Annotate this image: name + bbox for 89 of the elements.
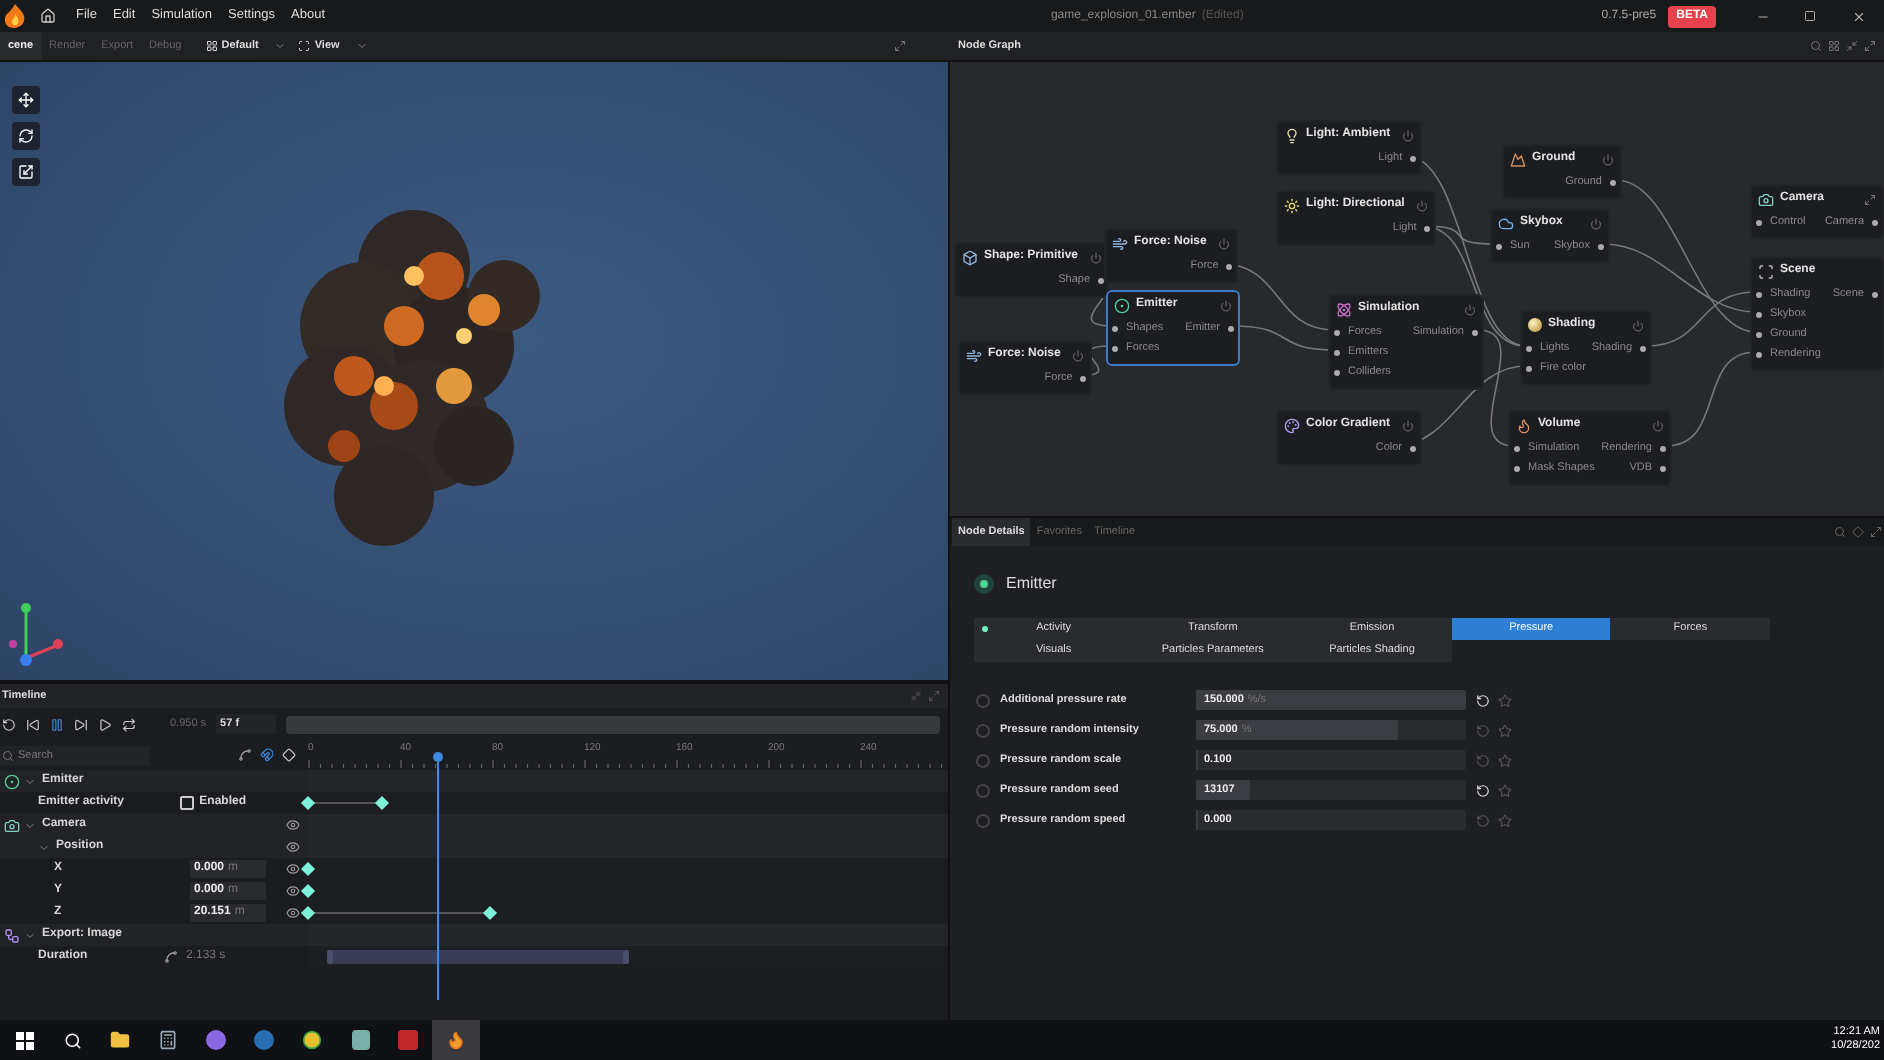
- curve-icon[interactable]: [164, 950, 178, 964]
- round-app-icon: [206, 1030, 226, 1050]
- power-icon[interactable]: [1402, 129, 1415, 141]
- scale-tool-button[interactable]: [12, 158, 40, 186]
- palette-icon: [1284, 417, 1300, 433]
- flame-icon: [1516, 417, 1532, 433]
- atom-icon: [1336, 301, 1352, 317]
- radio-button[interactable]: [976, 753, 990, 767]
- eye-icon[interactable]: [286, 884, 300, 898]
- eye-icon[interactable]: [286, 818, 300, 832]
- star-icon[interactable]: [1498, 783, 1512, 797]
- grid-icon[interactable]: [1828, 40, 1840, 52]
- cube-icon: [962, 249, 978, 265]
- eye-icon[interactable]: [286, 906, 300, 920]
- power-icon[interactable]: [1220, 299, 1232, 311]
- power-icon[interactable]: [1464, 303, 1476, 315]
- ground-icon: [1510, 151, 1526, 167]
- close-icon: [1851, 9, 1865, 23]
- maximize-icon: [1804, 10, 1816, 22]
- square-app-icon: [351, 1030, 369, 1050]
- pause-icon[interactable]: [50, 717, 64, 731]
- search-icon[interactable]: [1834, 526, 1846, 538]
- restart-icon[interactable]: [2, 717, 16, 731]
- windows-logo-icon: [15, 1031, 33, 1049]
- caret-icon: [355, 40, 368, 52]
- grid-icon: [205, 40, 218, 52]
- range-handle[interactable]: [327, 950, 334, 964]
- rotate-icon: [18, 128, 34, 144]
- calculator-icon: [158, 1030, 178, 1050]
- node-title: Emitter: [1006, 572, 1057, 596]
- radio-button[interactable]: [976, 813, 990, 827]
- camera-icon: [1758, 191, 1774, 207]
- radio-button[interactable]: [976, 693, 990, 707]
- power-icon[interactable]: [1416, 199, 1429, 211]
- magnet-icon[interactable]: [260, 748, 274, 762]
- flame-logo-icon: [4, 4, 26, 28]
- move-tool-button[interactable]: [12, 86, 40, 114]
- power-icon[interactable]: [1402, 419, 1415, 431]
- radio-button[interactable]: [976, 723, 990, 737]
- play-icon[interactable]: [98, 717, 112, 731]
- range-handle[interactable]: [623, 950, 629, 964]
- skip-forward-icon[interactable]: [74, 717, 88, 731]
- radio-button[interactable]: [976, 783, 990, 797]
- wind-icon: [1112, 235, 1128, 251]
- loop-icon[interactable]: [122, 717, 136, 731]
- star-icon[interactable]: [1498, 693, 1512, 707]
- node-graph-canvas[interactable]: [950, 62, 1884, 516]
- move-icon: [18, 92, 34, 108]
- emitter-icon: [1114, 297, 1130, 313]
- power-icon[interactable]: [1652, 419, 1664, 431]
- power-icon[interactable]: [1072, 349, 1085, 361]
- export-icon: [4, 927, 20, 943]
- scene-icon: [1758, 263, 1774, 279]
- skip-back-icon[interactable]: [26, 717, 40, 731]
- flame-icon: [446, 1030, 466, 1050]
- sun-icon: [1284, 197, 1300, 213]
- folder-icon: [110, 1030, 130, 1050]
- power-icon[interactable]: [1590, 217, 1602, 229]
- collapse-icon[interactable]: [1846, 40, 1858, 52]
- round-app-icon: [254, 1030, 274, 1050]
- scale-icon: [18, 164, 34, 180]
- star-icon[interactable]: [1498, 813, 1512, 827]
- wind-icon: [966, 347, 982, 363]
- curve-tool-icon[interactable]: [238, 748, 252, 762]
- eye-icon[interactable]: [286, 862, 300, 876]
- home-icon[interactable]: [40, 8, 56, 24]
- search-icon: [63, 1031, 81, 1049]
- camera-icon: [4, 817, 20, 833]
- rotate-tool-button[interactable]: [12, 122, 40, 150]
- key-tool-icon[interactable]: [282, 748, 296, 762]
- eye-icon[interactable]: [286, 840, 300, 854]
- caret-icon: [274, 40, 287, 52]
- search-icon: [2, 749, 14, 761]
- lightbulb-icon: [1284, 127, 1300, 143]
- checkbox[interactable]: [179, 796, 194, 810]
- star-icon[interactable]: [1498, 723, 1512, 737]
- flame-app-button[interactable]: [432, 1020, 480, 1060]
- power-icon[interactable]: [1218, 237, 1231, 249]
- star-icon[interactable]: [1498, 753, 1512, 767]
- square-app-icon: [398, 1030, 418, 1050]
- search-icon[interactable]: [1810, 40, 1822, 52]
- emitter-icon: [974, 574, 994, 594]
- power-icon[interactable]: [1632, 319, 1644, 331]
- power-icon[interactable]: [1090, 251, 1103, 263]
- cloud-icon: [1498, 215, 1514, 231]
- round-app-icon: [302, 1030, 322, 1050]
- emitter-icon: [4, 773, 20, 789]
- playhead-handle[interactable]: [433, 752, 444, 762]
- power-icon[interactable]: [1602, 153, 1614, 165]
